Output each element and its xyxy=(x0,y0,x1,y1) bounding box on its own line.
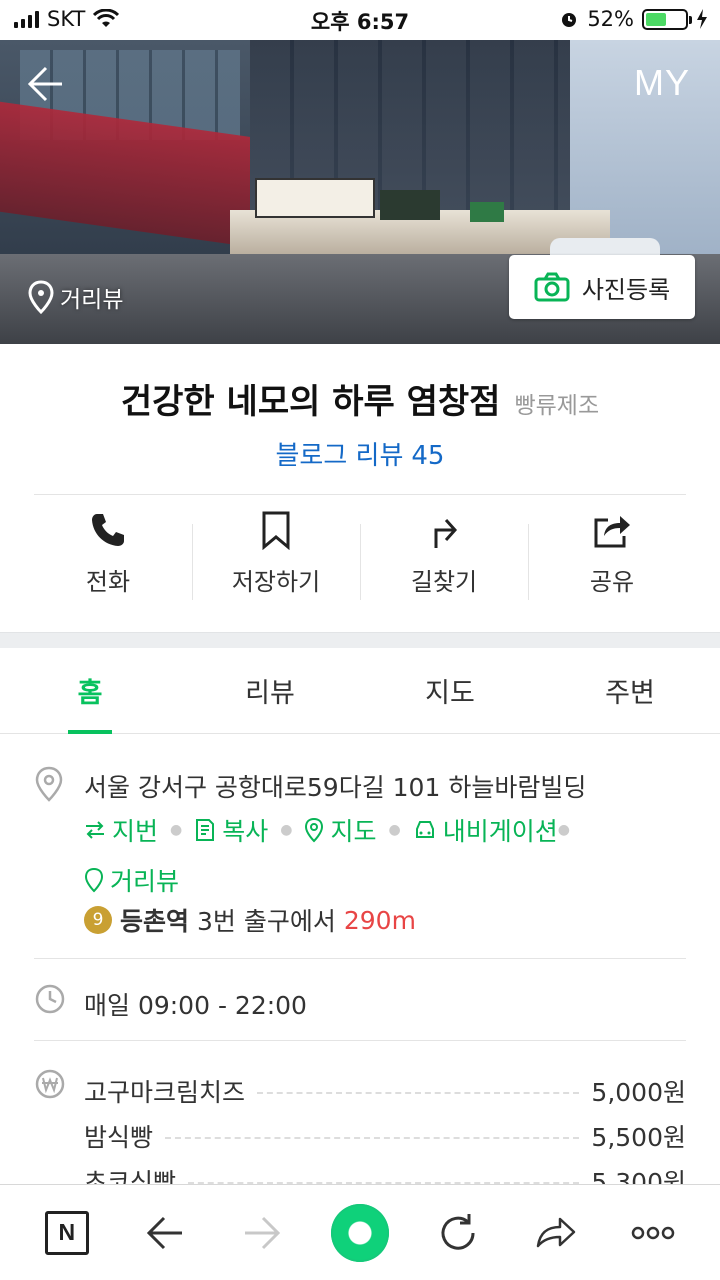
street-view-button[interactable]: 거리뷰 xyxy=(28,280,123,314)
place-header: 건강한 네모의 하루 염창점 빵류제조 블로그 리뷰 45 xyxy=(0,344,720,472)
navigation-label: 내비게이션 xyxy=(442,817,558,846)
share-label: 공유 xyxy=(589,568,635,596)
lot-number-label: 지번 xyxy=(112,817,159,846)
address-text: 서울 강서구 공항대로59다길 101 하늘바람빌딩 xyxy=(84,773,587,802)
browser-share-button[interactable] xyxy=(515,1193,595,1273)
call-button[interactable]: 전화 xyxy=(24,510,192,610)
menu-item-price: 5,000원 xyxy=(591,1077,686,1107)
subway-info: 9 등촌역 3번 출구에서 290m xyxy=(84,902,416,938)
map-pin-icon xyxy=(305,817,324,843)
menu-item: 밤식빵 5,500원 xyxy=(84,1113,686,1158)
blog-review-count: 45 xyxy=(411,441,445,471)
directions-icon xyxy=(434,518,458,548)
tab-review[interactable]: 리뷰 xyxy=(180,648,360,733)
forward-icon xyxy=(245,1216,281,1249)
subway-station[interactable]: 등촌역 xyxy=(120,902,189,938)
menu-list: 고구마크림치즈 5,000원 밤식빵 5,500원 초코식빵 5,300원 xyxy=(84,1068,686,1203)
copy-label: 복사 xyxy=(222,817,269,846)
back-icon xyxy=(146,1216,182,1249)
blog-review-label: 블로그 리뷰 xyxy=(275,441,404,471)
camera-icon xyxy=(534,272,570,302)
share-icon xyxy=(594,516,630,548)
map-label: 지도 xyxy=(330,817,377,846)
divider xyxy=(34,958,686,959)
blog-review-link[interactable]: 블로그 리뷰 45 xyxy=(0,435,720,472)
street-photo[interactable]: MY 거리뷰 사진등록 xyxy=(0,40,720,344)
share-button[interactable]: 공유 xyxy=(528,510,696,610)
save-button[interactable]: 저장하기 xyxy=(192,510,360,610)
subway-line-badge: 9 xyxy=(84,906,112,934)
directions-label: 길찾기 xyxy=(410,568,478,596)
lot-number-link[interactable]: 지번 xyxy=(84,812,158,848)
browser-forward-button[interactable] xyxy=(222,1193,302,1273)
naver-icon: N xyxy=(44,1210,89,1255)
divider xyxy=(34,1040,686,1041)
place-category: 빵류제조 xyxy=(514,393,600,419)
status-right: 52% xyxy=(559,7,708,31)
car-icon xyxy=(415,821,434,838)
status-bar: SKT 오후 6:57 52% xyxy=(0,0,720,40)
clock-icon xyxy=(35,984,65,1014)
reload-icon xyxy=(441,1213,475,1250)
browser-toolbar: N xyxy=(0,1184,720,1280)
action-bar: 전화 저장하기 길찾기 공유 xyxy=(24,510,696,610)
location-icon xyxy=(35,766,63,802)
map-link[interactable]: 지도 xyxy=(304,812,376,848)
photo-register-button[interactable]: 사진등록 xyxy=(509,255,695,319)
section-separator xyxy=(0,632,720,648)
place-name: 건강한 네모의 하루 염창점 xyxy=(120,382,501,422)
business-hours[interactable]: 매일 09:00 - 22:00 xyxy=(84,986,307,1022)
battery-icon xyxy=(642,8,692,30)
directions-button[interactable]: 길찾기 xyxy=(360,510,528,610)
menu-item-name: 밤식빵 xyxy=(84,1122,154,1152)
my-button[interactable]: MY xyxy=(634,62,690,104)
browser-back-button[interactable] xyxy=(125,1193,205,1273)
menu-item: 고구마크림치즈 5,000원 xyxy=(84,1068,686,1113)
separator-dot: ● xyxy=(388,822,401,838)
bookmark-icon xyxy=(262,511,290,550)
save-label: 저장하기 xyxy=(231,568,321,596)
tab-map[interactable]: 지도 xyxy=(360,648,540,733)
won-icon xyxy=(35,1069,65,1099)
call-label: 전화 xyxy=(85,568,131,596)
back-arrow-icon[interactable] xyxy=(22,62,66,106)
subway-distance: 290m xyxy=(343,905,416,935)
tab-bar: 홈 리뷰 지도 주변 xyxy=(0,648,720,734)
photo-register-label: 사진등록 xyxy=(581,275,671,304)
copy-icon xyxy=(196,819,215,841)
more-icon xyxy=(631,1226,675,1239)
divider xyxy=(34,494,686,495)
battery-percent: 52% xyxy=(587,7,634,31)
charging-icon xyxy=(697,9,707,29)
tab-nearby[interactable]: 주변 xyxy=(540,648,720,733)
leader-dots xyxy=(257,1091,580,1094)
separator-dot: ● xyxy=(170,822,183,838)
naver-home-button[interactable]: N xyxy=(27,1193,107,1273)
street-view-link-label: 거리뷰 xyxy=(110,867,180,896)
street-view-link[interactable]: 거리뷰 xyxy=(84,862,179,898)
leader-dots xyxy=(165,1136,580,1139)
swap-icon xyxy=(86,821,104,839)
alarm-icon xyxy=(562,13,577,27)
separator-dot: ● xyxy=(557,822,570,838)
menu-item-name: 고구마크림치즈 xyxy=(84,1077,246,1107)
green-home-button[interactable] xyxy=(320,1193,400,1273)
address-links: 지번 ● 복사 ● 지도 ● 내비게이션 ● 거리뷰 xyxy=(84,812,644,898)
street-view-pin-icon xyxy=(84,867,104,893)
separator-dot: ● xyxy=(280,822,293,838)
menu-item-price: 5,500원 xyxy=(591,1122,686,1152)
more-button[interactable] xyxy=(613,1193,693,1273)
street-view-label: 거리뷰 xyxy=(60,287,124,313)
subway-exit: 3번 출구에서 xyxy=(197,907,336,936)
pin-icon xyxy=(28,280,54,314)
home-icon xyxy=(330,1203,389,1262)
copy-link[interactable]: 복사 xyxy=(194,812,268,848)
tab-home[interactable]: 홈 xyxy=(0,648,180,734)
share-arrow-icon xyxy=(537,1217,576,1247)
navigation-link[interactable]: 내비게이션 xyxy=(413,812,558,848)
phone-icon xyxy=(92,514,124,546)
reload-button[interactable] xyxy=(418,1193,498,1273)
